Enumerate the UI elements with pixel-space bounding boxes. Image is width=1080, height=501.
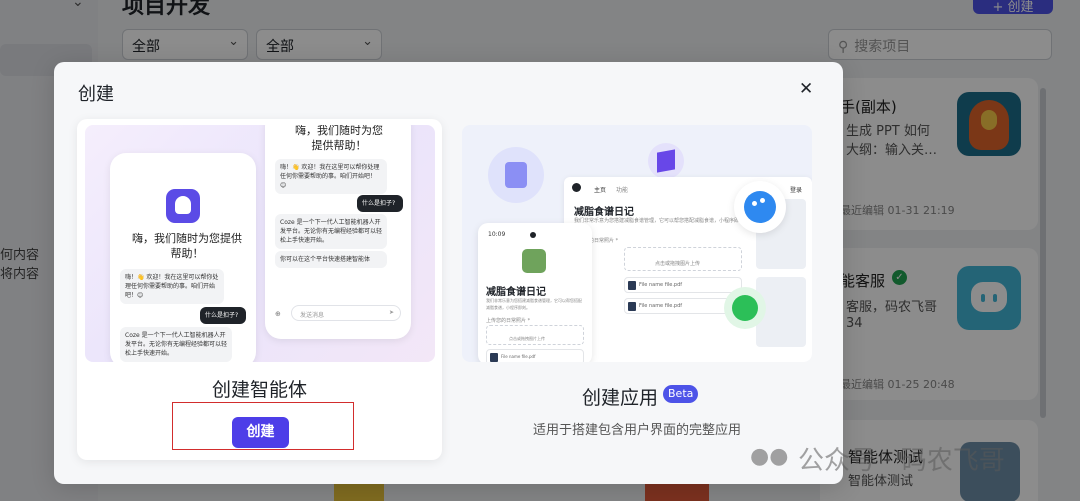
- palette-icon: [734, 181, 786, 233]
- app-preview: 主页 功能 登录 减脂食谱日记 我们非常乐意为您搭建减脂食谱管理，它可以帮您搭配…: [462, 125, 812, 362]
- welcome-bubble: 嗨！👋 欢迎！我在这里可以帮你处理任何你需要帮助的事。咱们开始吧！😊: [120, 269, 224, 304]
- create-app-card[interactable]: 主页 功能 登录 减脂食谱日记 我们非常乐意为您搭建减脂食谱管理，它可以帮您搭配…: [455, 119, 819, 460]
- app-preview-title: 减脂食谱日记: [486, 287, 546, 298]
- bot-bubble: 你可以在这个平台快速搭建智能体: [275, 251, 387, 268]
- agent-option-title: 创建智能体: [211, 379, 307, 401]
- agent-phone-preview: 嗨，我们随时为您提供帮助！ 嗨！👋 欢迎！我在这里可以帮你处理任何你需要帮助的事…: [265, 125, 411, 339]
- food-image: [522, 249, 546, 273]
- modal-title: 创建: [78, 84, 114, 105]
- document-icon: [488, 147, 544, 203]
- bot-bubble: Coze 是一个下一代人工智能机器人开发平台。无论你有无编程经验都可以轻松上手快…: [120, 327, 232, 362]
- upload-area: 点击或拖拽图片上传: [486, 325, 584, 345]
- create-modal: 创建 ✕ 嗨，我们随时为您提供帮助！ 嗨！👋 欢迎！我在这里可以帮你处理任何你需…: [54, 62, 843, 484]
- close-icon[interactable]: ✕: [799, 79, 813, 99]
- create-agent-button[interactable]: 创建: [232, 417, 289, 448]
- message-input: 发送消息 ➤: [291, 305, 401, 321]
- mobile-preview: 10:09 减脂食谱日记 我们非常乐意为您搭建减脂食谱管理，它可以帮您搭配减脂食…: [478, 223, 592, 362]
- app-option-desc: 适用于搭建包含用户界面的完整应用: [532, 423, 741, 438]
- send-icon: ➤: [388, 309, 394, 316]
- agent-preview: 嗨，我们随时为您提供帮助！ 嗨！👋 欢迎！我在这里可以帮你处理任何你需要帮助的事…: [85, 125, 435, 362]
- cube-icon: [648, 143, 684, 179]
- user-bubble: 什么是扣子?: [357, 195, 403, 212]
- watermark: ●● 公众号 · 码农飞哥: [750, 444, 1005, 476]
- share-icon: [724, 287, 766, 329]
- agent-greeting: 嗨，我们随时为您提供帮助！: [295, 125, 383, 152]
- app-preview-title: 减脂食谱日记: [574, 207, 634, 218]
- attachment-icon: ⊕: [275, 310, 281, 318]
- user-bubble: 什么是扣子?: [200, 307, 246, 324]
- upload-area: 点击或拖拽图片上传: [624, 247, 742, 271]
- create-agent-card[interactable]: 嗨，我们随时为您提供帮助！ 嗨！👋 欢迎！我在这里可以帮你处理任何你需要帮助的事…: [77, 119, 442, 460]
- bot-avatar-icon: [166, 189, 200, 223]
- welcome-bubble: 嗨！👋 欢迎！我在这里可以帮你处理任何你需要帮助的事。咱们开始吧！😊: [275, 159, 387, 194]
- app-option-title: 创建应用: [582, 387, 659, 409]
- beta-badge: Beta: [663, 385, 699, 403]
- agent-greeting: 嗨，我们随时为您提供帮助！: [132, 232, 242, 260]
- agent-phone-preview: 嗨，我们随时为您提供帮助！ 嗨！👋 欢迎！我在这里可以帮你处理任何你需要帮助的事…: [110, 153, 256, 362]
- bot-bubble: Coze 是一个下一代人工智能机器人开发平台。无论你有无编程经验都可以轻松上手快…: [275, 214, 387, 249]
- wechat-icon: ●●: [750, 444, 789, 469]
